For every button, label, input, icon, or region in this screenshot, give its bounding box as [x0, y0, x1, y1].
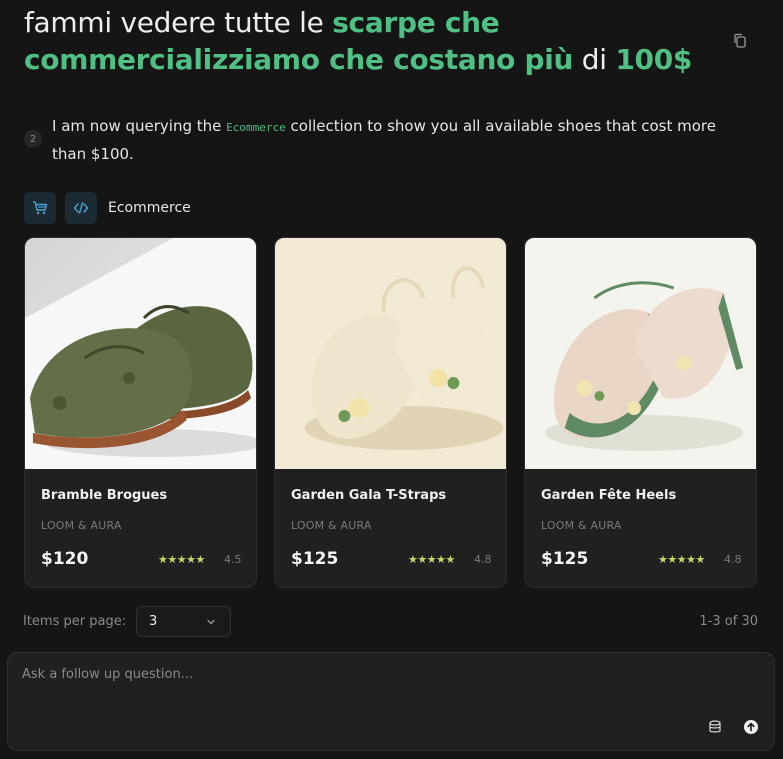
pagination-range: 1-3 of 30: [699, 614, 758, 629]
items-per-page-value: 3: [149, 614, 158, 629]
query-text-connector: di: [573, 43, 616, 76]
product-rating: 4.5: [224, 553, 242, 566]
query-text: fammi vedere tutte le: [24, 6, 333, 39]
message-text: I am now querying the: [52, 117, 227, 135]
database-icon: [709, 720, 721, 733]
product-price: $120: [41, 549, 89, 569]
items-per-page-select[interactable]: 3: [136, 606, 231, 637]
product-rating: 4.8: [474, 553, 492, 566]
chevron-down-icon: [207, 619, 215, 625]
copy-icon: [734, 33, 746, 48]
collection-name: Ecommerce: [226, 121, 286, 134]
cart-view-button[interactable]: [24, 192, 56, 224]
product-name: Garden Fête Heels: [541, 488, 677, 503]
product-brand: LOOM & AURA: [541, 519, 622, 532]
product-brand: LOOM & AURA: [291, 519, 372, 532]
product-card[interactable]: Bramble Brogues LOOM & AURA $120 ★★★★★ 4…: [24, 237, 257, 588]
product-card[interactable]: Garden Gala T-Straps LOOM & AURA $125 ★★…: [274, 237, 507, 588]
product-image-brogues: [25, 238, 256, 469]
product-image-heels: [525, 238, 756, 469]
product-brand: LOOM & AURA: [41, 519, 122, 532]
shopping-cart-icon: [33, 201, 48, 215]
user-query: fammi vedere tutte le scarpe che commerc…: [24, 4, 704, 78]
follow-up-input[interactable]: [20, 665, 624, 709]
product-price: $125: [541, 549, 589, 569]
copy-button[interactable]: [728, 28, 752, 52]
star-rating-icon: ★★★★★: [658, 553, 705, 566]
star-rating-icon: ★★★★★: [408, 553, 455, 566]
product-name: Garden Gala T-Straps: [291, 488, 447, 503]
items-per-page-label: Items per page:: [23, 614, 127, 629]
star-rating-icon: ★★★★★: [158, 553, 205, 566]
follow-up-composer: [7, 652, 775, 751]
code-icon: [73, 202, 89, 214]
product-rating: 4.8: [724, 553, 742, 566]
code-view-button[interactable]: [65, 192, 97, 224]
step-indicator: 2: [24, 130, 42, 148]
query-highlight-price: 100$: [615, 43, 693, 76]
send-button[interactable]: [741, 717, 761, 737]
product-grid: Bramble Brogues LOOM & AURA $120 ★★★★★ 4…: [24, 237, 757, 588]
tool-row: Ecommerce: [24, 192, 191, 224]
product-image-t-straps: [275, 238, 506, 469]
product-card[interactable]: Garden Fête Heels LOOM & AURA $125 ★★★★★…: [524, 237, 757, 588]
collection-label: Ecommerce: [108, 200, 191, 216]
product-name: Bramble Brogues: [41, 488, 168, 503]
assistant-message: I am now querying the Ecommerce collecti…: [52, 113, 752, 167]
collection-selector-button[interactable]: [705, 717, 725, 737]
arrow-up-icon: [744, 720, 758, 734]
product-price: $125: [291, 549, 339, 569]
